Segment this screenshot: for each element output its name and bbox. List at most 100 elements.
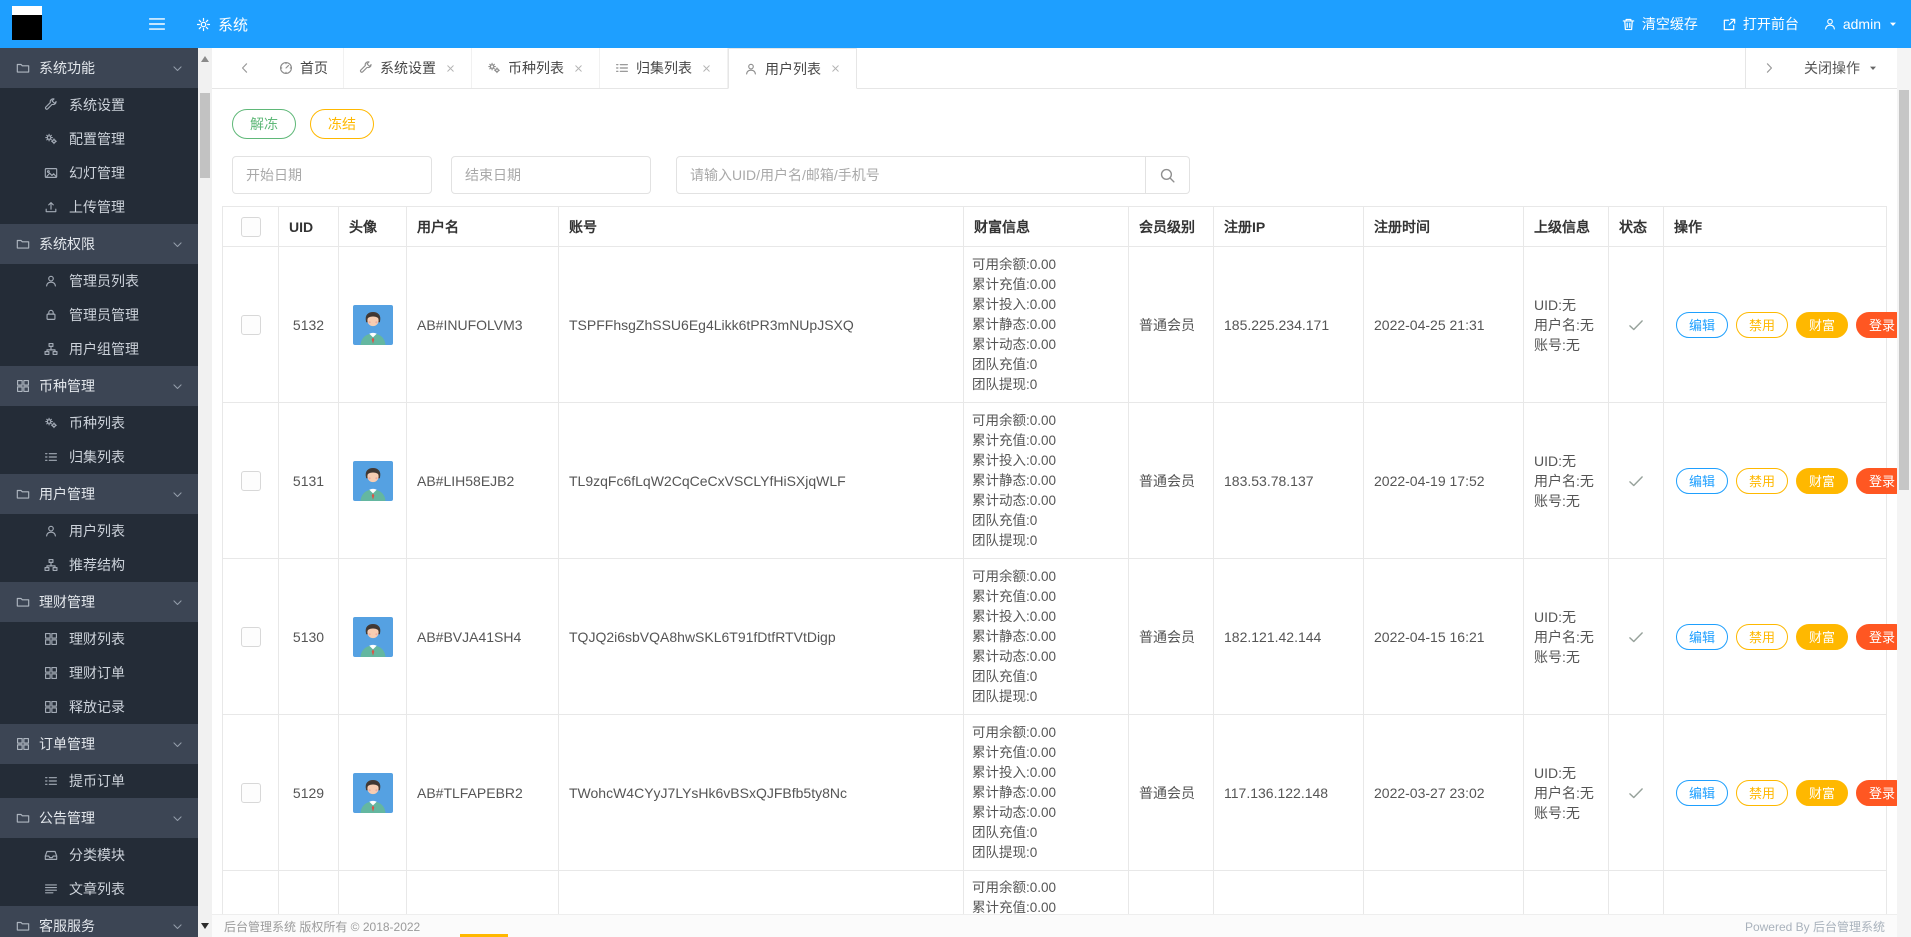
folder-icon [16,919,30,933]
copyright-text: 后台管理系统 版权所有 © 2018-2022 [224,919,421,934]
tabs-scroll-left-icon[interactable] [212,48,264,88]
freeze-button[interactable]: 冻结 [310,109,374,139]
sidebar-section-客服服务[interactable]: 客服服务 [0,906,198,937]
admin-dropdown[interactable]: admin [1823,16,1899,32]
row-checkbox[interactable] [240,782,261,803]
grid-icon [44,666,58,680]
sidebar-section-订单管理[interactable]: 订单管理 [0,724,198,764]
row-checkbox[interactable] [240,314,261,335]
tabs-scroll-right-icon[interactable] [1746,61,1792,75]
cell-wealth: 可用余额:0.00 累计充值:0.00 累计投入:0.00 累计静态:0.00 累计动态… [964,403,1129,559]
grid-icon [16,379,30,393]
sidebar-section-系统功能[interactable]: 系统功能 [0,48,198,88]
wrench-icon [359,61,373,75]
cell-superior: UID:无 用户名:无 账号:无 [1524,403,1609,559]
wealth-button[interactable]: 财富 [1796,467,1849,494]
unfreeze-button[interactable]: 解冻 [232,109,296,139]
login-button[interactable]: 登录 [1856,311,1897,338]
tab-用户列表[interactable]: 用户列表 [728,48,857,89]
logo-area [0,0,198,48]
tab-系统设置[interactable]: 系统设置 [344,48,472,88]
system-menu[interactable]: 系统 [196,14,248,35]
sidebar-section-理财管理[interactable]: 理财管理 [0,582,198,622]
disable-button[interactable]: 禁用 [1736,467,1789,494]
sidebar-item-分类模块[interactable]: 分类模块 [0,838,198,872]
powered-by-text: Powered By 后台管理系统 [1744,919,1885,934]
edit-button[interactable]: 编辑 [1676,311,1729,338]
upload-icon [44,200,58,214]
sidebar-item-管理员管理[interactable]: 管理员管理 [0,298,198,332]
row-checkbox[interactable] [240,626,261,647]
table-row: 5132 AB#INUFOLVM3 TSPFFhsgZhSSU6Eg4Likk6tP… [223,247,1897,403]
cell-uid: 5132 [279,247,339,403]
close-icon[interactable] [830,63,841,74]
cell-uid: 5129 [279,715,339,871]
row-checkbox[interactable] [240,470,261,491]
sidebar-item-提币订单[interactable]: 提币订单 [0,764,198,798]
sidebar-item-幻灯管理[interactable]: 幻灯管理 [0,156,198,190]
cell-username: AB#INUFOLVM3 [407,247,559,403]
column-header-用户名: 用户名 [407,207,559,247]
sidebar-toggle-icon[interactable] [146,14,168,34]
sidebar-item-币种列表[interactable]: 币种列表 [0,406,198,440]
open-frontend-button[interactable]: 打开前台 [1722,14,1799,34]
edit-button[interactable]: 编辑 [1676,467,1729,494]
select-all-checkbox[interactable] [240,216,261,237]
wealth-button[interactable]: 财富 [1796,623,1849,650]
close-icon[interactable] [445,63,456,74]
sidebar-section-系统权限[interactable]: 系统权限 [0,224,198,264]
page-scrollbar[interactable] [1897,48,1911,937]
check-icon [1627,472,1645,490]
login-button[interactable]: 登录 [1856,467,1897,494]
sidebar-item-系统设置[interactable]: 系统设置 [0,88,198,122]
sidebar-section-公告管理[interactable]: 公告管理 [0,798,198,838]
sidebar-item-上传管理[interactable]: 上传管理 [0,190,198,224]
wealth-button[interactable]: 财富 [1796,311,1849,338]
tab-币种列表[interactable]: 币种列表 [472,48,600,88]
sidebar-item-释放记录[interactable]: 释放记录 [0,690,198,724]
sidebar-section-用户管理[interactable]: 用户管理 [0,474,198,514]
filter-row [232,156,1897,194]
tabs: 首页 系统设置 币种列表 归集列表 用户列表 [264,48,857,89]
sidebar-item-用户组管理[interactable]: 用户组管理 [0,332,198,366]
end-date-input[interactable] [451,156,651,194]
sidebar-item-推荐结构[interactable]: 推荐结构 [0,548,198,582]
close-operations-dropdown[interactable]: 关闭操作 [1792,58,1897,78]
edit-button[interactable]: 编辑 [1676,623,1729,650]
sidebar-item-理财订单[interactable]: 理财订单 [0,656,198,690]
sidebar-scrollbar-thumb[interactable] [200,93,210,178]
start-date-input[interactable] [232,156,432,194]
avatar [352,460,393,501]
sidebar-item-管理员列表[interactable]: 管理员列表 [0,264,198,298]
clear-cache-button[interactable]: 清空缓存 [1621,14,1698,34]
disable-button[interactable]: 禁用 [1736,311,1789,338]
scroll-down-arrow-icon[interactable] [201,923,209,933]
edit-button[interactable]: 编辑 [1676,779,1729,806]
search-input[interactable] [676,156,1146,194]
tab-归集列表[interactable]: 归集列表 [600,48,728,88]
wealth-button[interactable]: 财富 [1796,779,1849,806]
sidebar-item-理财列表[interactable]: 理财列表 [0,622,198,656]
chevron-down-icon [171,488,184,501]
sidebar-item-归集列表[interactable]: 归集列表 [0,440,198,474]
sidebar-scrollbar[interactable] [198,48,212,937]
sidebar-item-配置管理[interactable]: 配置管理 [0,122,198,156]
login-button[interactable]: 登录 [1856,779,1897,806]
scroll-up-arrow-icon[interactable] [201,52,209,62]
app-logo[interactable] [12,6,42,40]
close-icon[interactable] [701,63,712,74]
page-scrollbar-thumb[interactable] [1899,90,1909,490]
sidebar-item-用户列表[interactable]: 用户列表 [0,514,198,548]
cell-actions: 编辑 禁用 财富 登录 [1664,403,1897,559]
lock-icon [44,308,58,322]
sidebar-item-文章列表[interactable]: 文章列表 [0,872,198,906]
sidebar-section-币种管理[interactable]: 币种管理 [0,366,198,406]
chevron-down-icon [171,812,184,825]
disable-button[interactable]: 禁用 [1736,623,1789,650]
cell-register-ip: 117.136.122.148 [1214,715,1364,871]
disable-button[interactable]: 禁用 [1736,779,1789,806]
search-button[interactable] [1146,156,1190,194]
tab-首页[interactable]: 首页 [264,48,344,88]
close-icon[interactable] [573,63,584,74]
login-button[interactable]: 登录 [1856,623,1897,650]
